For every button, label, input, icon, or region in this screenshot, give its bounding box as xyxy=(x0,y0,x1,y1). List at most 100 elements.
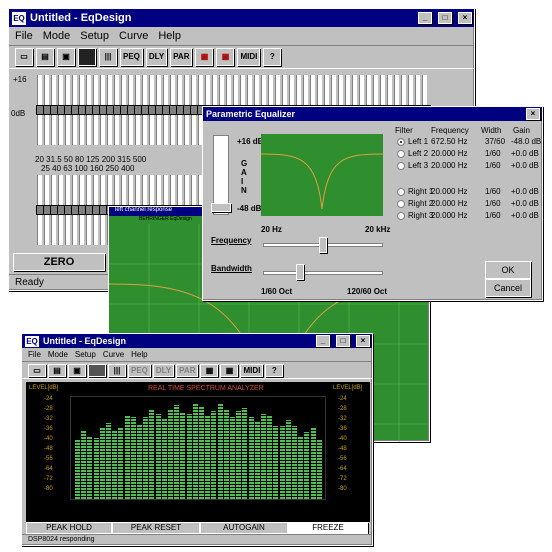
main-title-bar[interactable]: EQ Untitled - EqDesign _ □ × xyxy=(9,9,474,27)
menu-file[interactable]: File xyxy=(15,30,33,42)
eq-band-slider[interactable] xyxy=(176,75,186,145)
eq-band-slider[interactable] xyxy=(85,75,95,145)
eq-band-slider[interactable] xyxy=(134,75,144,145)
autogain-button[interactable]: AUTOGAIN xyxy=(200,522,288,534)
sliders-icon[interactable]: ||| xyxy=(99,48,117,66)
eq-band-slider[interactable] xyxy=(92,175,102,245)
save-icon[interactable]: ▣ xyxy=(57,48,75,66)
rta-menu-help[interactable]: Help xyxy=(131,350,147,359)
rta-open-icon[interactable]: ▤ xyxy=(48,363,66,377)
eq-band-slider[interactable] xyxy=(71,75,81,145)
eq-band-slider[interactable] xyxy=(71,175,81,245)
rta-par-button[interactable]: PAR xyxy=(176,363,199,377)
rta-menu-file[interactable]: File xyxy=(28,350,41,359)
eq-band-slider[interactable] xyxy=(43,175,53,245)
monitor-icon[interactable] xyxy=(78,48,96,66)
eq-band-slider[interactable] xyxy=(155,75,165,145)
eq-band-slider[interactable] xyxy=(43,75,53,145)
eq-band-slider[interactable] xyxy=(113,75,123,145)
help-icon[interactable]: ? xyxy=(263,48,282,66)
eq-band-slider[interactable] xyxy=(78,175,88,245)
rta-help-icon[interactable]: ? xyxy=(265,363,284,377)
rta-menu-curve[interactable]: Curve xyxy=(103,350,124,359)
freeze-button[interactable]: FREEZE xyxy=(288,522,368,534)
rta-maximize-button[interactable]: □ xyxy=(336,335,350,347)
filter-row-filter[interactable]: Right 3 xyxy=(397,211,433,220)
gain-slider-thumb[interactable] xyxy=(211,203,231,212)
dly-button[interactable]: DLY xyxy=(145,48,168,66)
eq-band-slider[interactable] xyxy=(169,75,179,145)
bandwidth-track[interactable] xyxy=(263,271,383,275)
eq-band-slider[interactable] xyxy=(36,75,46,145)
eq-band-slider[interactable] xyxy=(127,75,137,145)
eq-band-slider[interactable] xyxy=(50,175,60,245)
rta-save-icon[interactable]: ▣ xyxy=(68,363,86,377)
eq-band-slider[interactable] xyxy=(162,75,172,145)
peak-reset-button[interactable]: PEAK RESET xyxy=(112,522,200,534)
rta-midi-button[interactable]: MIDI xyxy=(240,363,264,377)
filter-row-filter[interactable]: Left 3 xyxy=(397,161,428,170)
eq-band-slider[interactable] xyxy=(141,75,151,145)
eq-band-slider[interactable] xyxy=(85,175,95,245)
eq-band-slider[interactable] xyxy=(99,175,109,245)
par-button[interactable]: PAR xyxy=(170,48,193,66)
minimize-button[interactable]: _ xyxy=(418,12,432,24)
menu-setup[interactable]: Setup xyxy=(80,30,109,42)
rta-menu-setup[interactable]: Setup xyxy=(75,350,96,359)
ok-button[interactable]: OK xyxy=(485,261,531,279)
eq-band-slider[interactable] xyxy=(50,75,60,145)
eq-band-slider[interactable] xyxy=(64,175,74,245)
maximize-button[interactable]: □ xyxy=(438,12,452,24)
rta-menu-mode[interactable]: Mode xyxy=(48,350,68,359)
eq-band-slider[interactable] xyxy=(57,175,67,245)
filter-radio[interactable] xyxy=(397,199,405,208)
eq-band-slider[interactable] xyxy=(183,75,193,145)
rta-title-bar[interactable]: EQ Untitled - EqDesign _ □ × xyxy=(22,334,372,348)
menu-help[interactable]: Help xyxy=(158,30,181,42)
open-icon[interactable]: ▤ xyxy=(36,48,54,66)
filter-row-filter[interactable]: Left 1 xyxy=(397,137,428,146)
rta-grid-icon[interactable]: ▦ xyxy=(200,363,219,377)
cancel-button[interactable]: Cancel xyxy=(485,279,531,297)
menu-mode[interactable]: Mode xyxy=(43,30,71,42)
close-button[interactable]: × xyxy=(458,12,472,24)
eq-band-slider[interactable] xyxy=(64,75,74,145)
new-icon[interactable]: ▭ xyxy=(15,48,33,66)
zero-button[interactable]: ZERO xyxy=(13,253,105,271)
eq-band-slider[interactable] xyxy=(78,75,88,145)
filter-radio[interactable] xyxy=(397,149,405,158)
bandwidth-thumb[interactable] xyxy=(296,264,304,280)
rta-minimize-button[interactable]: _ xyxy=(316,335,330,347)
grid2-icon[interactable]: ▦ xyxy=(216,48,235,66)
rta-monitor-icon[interactable] xyxy=(88,363,106,377)
rta-peq-button[interactable]: PEQ xyxy=(128,363,151,377)
filter-radio[interactable] xyxy=(397,187,405,196)
rta-grid2-icon[interactable]: ▦ xyxy=(220,363,239,377)
eq-band-slider[interactable] xyxy=(148,75,158,145)
rta-sliders-icon[interactable]: ||| xyxy=(108,363,126,377)
rta-dly-button[interactable]: DLY xyxy=(152,363,175,377)
frequency-thumb[interactable] xyxy=(319,237,327,253)
eq-band-slider[interactable] xyxy=(36,175,46,245)
eq-band-slider[interactable] xyxy=(99,75,109,145)
peq-title-bar[interactable]: Parametric Equalizer × xyxy=(203,107,542,121)
filter-radio[interactable] xyxy=(397,137,405,146)
peq-close-button[interactable]: × xyxy=(526,108,540,120)
eq-band-slider[interactable] xyxy=(190,75,200,145)
grid-icon[interactable]: ▦ xyxy=(195,48,214,66)
eq-band-slider[interactable] xyxy=(92,75,102,145)
rta-new-icon[interactable]: ▭ xyxy=(28,363,46,377)
filter-row-filter[interactable]: Right 2 xyxy=(397,199,433,208)
eq-band-slider[interactable] xyxy=(57,75,67,145)
menu-curve[interactable]: Curve xyxy=(119,30,148,42)
peq-button[interactable]: PEQ xyxy=(120,48,143,66)
filter-row-filter[interactable]: Right 1 xyxy=(397,187,433,196)
midi-button[interactable]: MIDI xyxy=(237,48,261,66)
filter-row-filter[interactable]: Left 2 xyxy=(397,149,428,158)
filter-radio[interactable] xyxy=(397,161,405,170)
eq-band-slider[interactable] xyxy=(120,75,130,145)
eq-band-slider[interactable] xyxy=(106,75,116,145)
peak-hold-button[interactable]: PEAK HOLD xyxy=(26,522,112,534)
filter-radio[interactable] xyxy=(397,211,405,220)
rta-close-button[interactable]: × xyxy=(356,335,370,347)
